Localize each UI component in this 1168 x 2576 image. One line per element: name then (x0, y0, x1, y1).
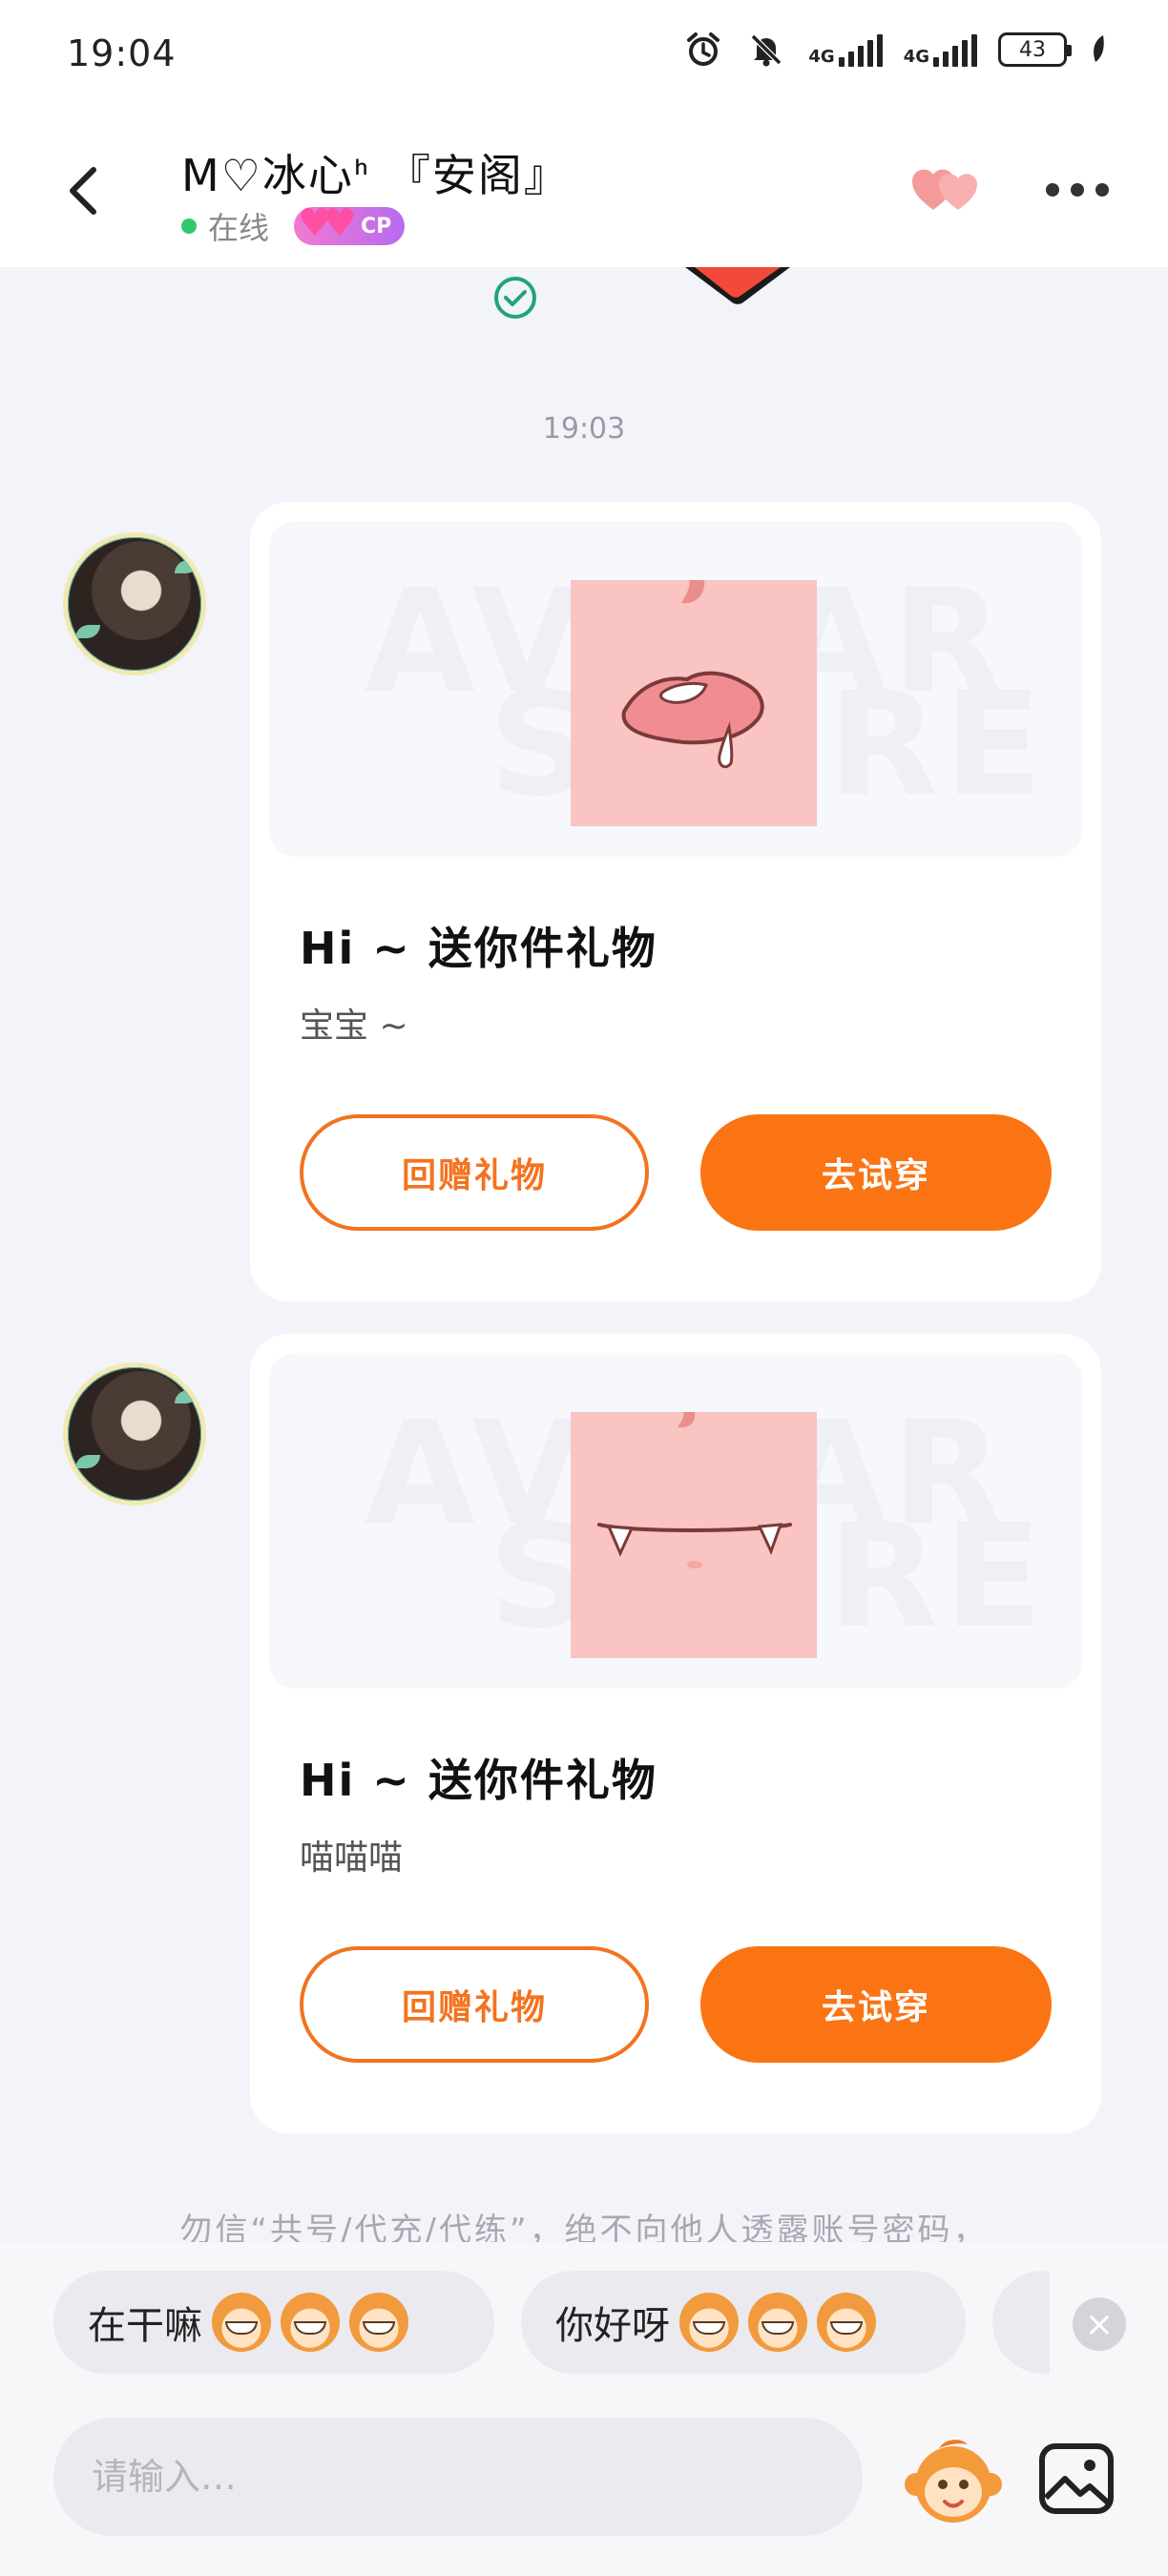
chat-header: M♡冰心ᑋ 『安阁』 在线 ♥♥ CP (0, 114, 1168, 267)
gift-note: 宝宝 ~ (300, 1007, 408, 1046)
battery-icon: 43 (998, 32, 1072, 67)
grinning-monkey-emoji (349, 2293, 408, 2352)
signal-icon (933, 32, 977, 67)
avatar[interactable] (63, 1362, 206, 1506)
more-icon (1046, 183, 1059, 197)
network-label-2: 4G (903, 47, 929, 67)
read-check-icon (492, 275, 538, 321)
gift-item-image (571, 580, 817, 826)
quick-reply-text: 在干嘛 (88, 2304, 202, 2348)
back-button[interactable] (57, 162, 115, 219)
back-icon (70, 167, 96, 215)
status-bar: 19:04 4G 4G 43 (0, 0, 1168, 114)
quick-reply-text: 你好呀 (555, 2304, 670, 2348)
intimacy-hearts-button[interactable] (908, 160, 985, 218)
message-input[interactable] (53, 2418, 863, 2536)
message-timestamp: 19:03 (542, 412, 626, 446)
surprised-monkey-emoji (817, 2293, 876, 2352)
emoji-button[interactable] (901, 2429, 1006, 2534)
surprised-monkey-emoji (748, 2293, 807, 2352)
contact-name[interactable]: M♡冰心ᑋ 『安阁』 (181, 141, 570, 204)
previous-message-tail (685, 267, 790, 309)
gift-message-card: AVATAR STORE Hi ~ 送你件礼物 喵喵喵 回赠礼物 去试穿 (250, 1334, 1101, 2133)
status-time: 19:04 (67, 32, 177, 74)
gift-title: Hi ~ 送你件礼物 (300, 923, 657, 974)
online-dot (181, 218, 197, 234)
close-icon: × (1084, 2304, 1115, 2344)
avatar[interactable] (63, 532, 206, 675)
hearts-badge-icon: ♥♥ (298, 201, 357, 245)
more-button[interactable] (1046, 183, 1109, 197)
return-gift-button[interactable]: 回赠礼物 (300, 1114, 649, 1231)
gift-item-image (571, 1412, 817, 1658)
online-status: 在线 ♥♥ CP (181, 201, 406, 248)
cp-badge-label: CP (361, 214, 392, 239)
hearts-icon (911, 169, 977, 210)
monkey-emoji-icon (905, 2440, 1002, 2523)
quick-reply-chip[interactable]: 在干嘛 (53, 2271, 494, 2374)
image-button[interactable] (1034, 2437, 1118, 2521)
gift-message-card: AVATAR STORE Hi ~ 送你件礼物 宝宝 ~ 回赠礼物 去试穿 (250, 502, 1101, 1301)
status-icons: 4G 4G 43 (682, 29, 1111, 71)
gift-preview[interactable]: AVATAR STORE (269, 1353, 1082, 1689)
close-quick-replies-button[interactable]: × (1073, 2297, 1126, 2351)
signal-1: 4G (808, 32, 883, 67)
online-text: 在线 (208, 210, 270, 246)
return-gift-button[interactable]: 回赠礼物 (300, 1946, 649, 2063)
image-icon (1039, 2443, 1114, 2514)
battery-level: 43 (1019, 37, 1046, 62)
cp-badge[interactable]: ♥♥ CP (294, 201, 406, 245)
gift-title: Hi ~ 送你件礼物 (300, 1755, 657, 1806)
surprised-monkey-emoji (679, 2293, 739, 2352)
signal-2: 4G (904, 32, 977, 67)
grinning-monkey-emoji (212, 2293, 271, 2352)
gift-note: 喵喵喵 (300, 1839, 404, 1878)
try-on-button[interactable]: 去试穿 (700, 1946, 1052, 2063)
mute-icon (745, 29, 787, 71)
alarm-icon (682, 29, 724, 71)
signal-icon (838, 32, 883, 67)
gift-preview[interactable]: AVATAR STORE (269, 521, 1082, 857)
network-label-1: 4G (808, 47, 835, 67)
leaf-icon (1088, 29, 1111, 71)
try-on-button[interactable]: 去试穿 (700, 1114, 1052, 1231)
grinning-monkey-emoji (281, 2293, 340, 2352)
quick-reply-chip[interactable]: 你好呀 (521, 2271, 966, 2374)
